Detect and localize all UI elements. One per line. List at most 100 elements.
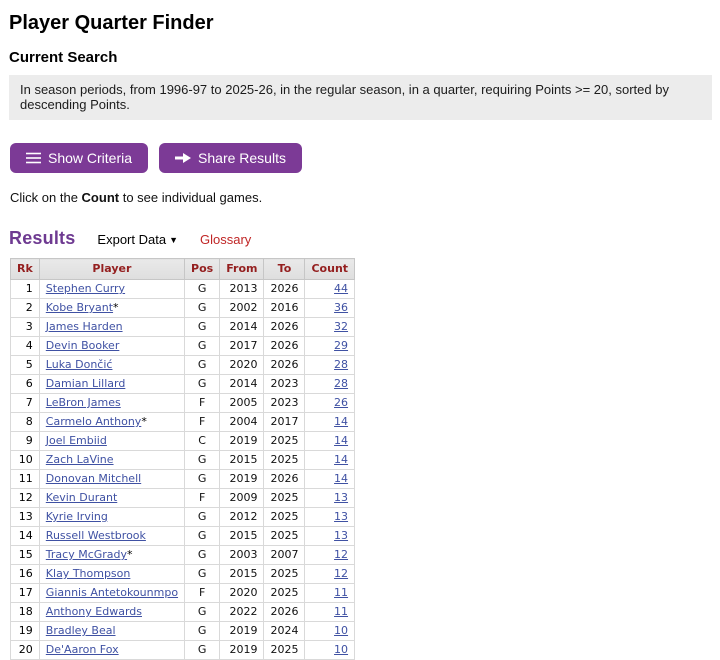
count-link[interactable]: 13	[334, 491, 348, 504]
count-link[interactable]: 29	[334, 339, 348, 352]
count-link[interactable]: 14	[334, 453, 348, 466]
count-cell: 36	[305, 299, 355, 318]
to-cell: 2025	[264, 432, 305, 451]
to-cell: 2026	[264, 280, 305, 299]
count-link[interactable]: 36	[334, 301, 348, 314]
count-link[interactable]: 10	[334, 624, 348, 637]
player-link[interactable]: Bradley Beal	[46, 624, 116, 637]
rank-cell: 20	[11, 641, 40, 660]
table-header-row: Rk Player Pos From To Count	[11, 259, 355, 280]
count-link[interactable]: 14	[334, 472, 348, 485]
count-cell: 12	[305, 546, 355, 565]
player-link[interactable]: Kyrie Irving	[46, 510, 108, 523]
current-search-heading: Current Search	[9, 49, 712, 66]
player-cell: Zach LaVine	[39, 451, 184, 470]
player-link[interactable]: Kobe Bryant	[46, 301, 113, 314]
count-link[interactable]: 28	[334, 358, 348, 371]
glossary-link[interactable]: Glossary	[200, 232, 251, 247]
player-link[interactable]: LeBron James	[46, 396, 121, 409]
count-link[interactable]: 32	[334, 320, 348, 333]
player-cell: Anthony Edwards	[39, 603, 184, 622]
rank-cell: 7	[11, 394, 40, 413]
results-table-body: 1 Stephen Curry G 2013 2026 44 2 Kobe Br…	[11, 280, 355, 660]
count-note-suffix: to see individual games.	[119, 190, 262, 205]
count-cell: 14	[305, 413, 355, 432]
count-link[interactable]: 11	[334, 605, 348, 618]
player-cell: LeBron James	[39, 394, 184, 413]
table-row: 2 Kobe Bryant* G 2002 2016 36	[11, 299, 355, 318]
player-link[interactable]: Luka Dončić	[46, 358, 113, 371]
count-link[interactable]: 14	[334, 434, 348, 447]
table-row: 9 Joel Embiid C 2019 2025 14	[11, 432, 355, 451]
pos-cell: G	[185, 356, 220, 375]
count-link[interactable]: 13	[334, 510, 348, 523]
to-cell: 2025	[264, 508, 305, 527]
from-cell: 2015	[220, 451, 264, 470]
pos-cell: G	[185, 318, 220, 337]
table-row: 10 Zach LaVine G 2015 2025 14	[11, 451, 355, 470]
rank-cell: 6	[11, 375, 40, 394]
player-link[interactable]: James Harden	[46, 320, 123, 333]
player-link[interactable]: Carmelo Anthony	[46, 415, 142, 428]
player-cell: James Harden	[39, 318, 184, 337]
table-row: 19 Bradley Beal G 2019 2024 10	[11, 622, 355, 641]
to-cell: 2026	[264, 318, 305, 337]
share-results-button[interactable]: Share Results	[159, 143, 302, 173]
count-note: Click on the Count to see individual gam…	[10, 190, 712, 205]
player-link[interactable]: Klay Thompson	[46, 567, 131, 580]
player-cell: Kyrie Irving	[39, 508, 184, 527]
rank-cell: 3	[11, 318, 40, 337]
pos-cell: C	[185, 432, 220, 451]
player-link[interactable]: Damian Lillard	[46, 377, 126, 390]
table-row: 12 Kevin Durant F 2009 2025 13	[11, 489, 355, 508]
pos-cell: G	[185, 546, 220, 565]
show-criteria-button[interactable]: Show Criteria	[10, 143, 148, 173]
table-row: 7 LeBron James F 2005 2023 26	[11, 394, 355, 413]
search-summary-box: In season periods, from 1996-97 to 2025-…	[9, 75, 712, 120]
col-header-player: Player	[39, 259, 184, 280]
count-cell: 13	[305, 508, 355, 527]
from-cell: 2020	[220, 356, 264, 375]
player-cell: Carmelo Anthony*	[39, 413, 184, 432]
player-link[interactable]: De'Aaron Fox	[46, 643, 119, 656]
count-link[interactable]: 26	[334, 396, 348, 409]
player-link[interactable]: Donovan Mitchell	[46, 472, 141, 485]
player-link[interactable]: Russell Westbrook	[46, 529, 146, 542]
count-cell: 29	[305, 337, 355, 356]
count-link[interactable]: 44	[334, 282, 348, 295]
table-row: 6 Damian Lillard G 2014 2023 28	[11, 375, 355, 394]
player-link[interactable]: Devin Booker	[46, 339, 120, 352]
player-link[interactable]: Tracy McGrady	[46, 548, 127, 561]
rank-cell: 5	[11, 356, 40, 375]
count-link[interactable]: 13	[334, 529, 348, 542]
hamburger-icon	[26, 152, 41, 164]
count-link[interactable]: 10	[334, 643, 348, 656]
player-link[interactable]: Anthony Edwards	[46, 605, 142, 618]
player-link[interactable]: Giannis Antetokounmpo	[46, 586, 178, 599]
pos-cell: F	[185, 584, 220, 603]
count-link[interactable]: 12	[334, 567, 348, 580]
share-arrow-icon	[175, 152, 191, 164]
count-cell: 12	[305, 565, 355, 584]
count-link[interactable]: 14	[334, 415, 348, 428]
player-link[interactable]: Joel Embiid	[46, 434, 107, 447]
caret-down-icon: ▼	[169, 235, 178, 245]
player-cell: Giannis Antetokounmpo	[39, 584, 184, 603]
count-cell: 14	[305, 432, 355, 451]
table-row: 18 Anthony Edwards G 2022 2026 11	[11, 603, 355, 622]
count-cell: 11	[305, 584, 355, 603]
export-data-dropdown[interactable]: Export Data▼	[97, 232, 178, 247]
count-link[interactable]: 12	[334, 548, 348, 561]
count-cell: 26	[305, 394, 355, 413]
player-link[interactable]: Stephen Curry	[46, 282, 125, 295]
count-cell: 10	[305, 622, 355, 641]
to-cell: 2025	[264, 489, 305, 508]
player-link[interactable]: Zach LaVine	[46, 453, 114, 466]
count-link[interactable]: 28	[334, 377, 348, 390]
rank-cell: 8	[11, 413, 40, 432]
count-link[interactable]: 11	[334, 586, 348, 599]
hof-asterisk: *	[127, 548, 133, 561]
player-link[interactable]: Kevin Durant	[46, 491, 117, 504]
table-row: 1 Stephen Curry G 2013 2026 44	[11, 280, 355, 299]
player-cell: Damian Lillard	[39, 375, 184, 394]
